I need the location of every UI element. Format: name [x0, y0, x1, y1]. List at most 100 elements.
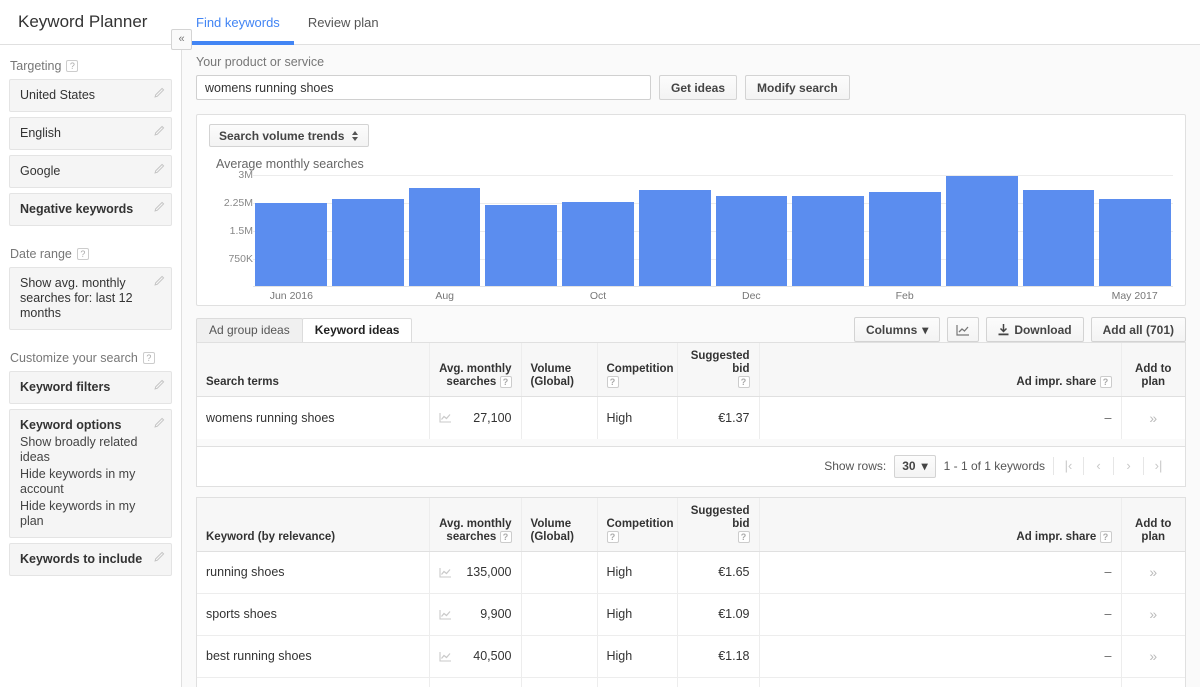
pencil-icon[interactable]	[153, 417, 165, 429]
chart-type-selector[interactable]: Search volume trends	[209, 124, 369, 147]
add-to-plan-button[interactable]: »	[1149, 410, 1157, 426]
col-competition[interactable]: Competition ?	[597, 498, 677, 552]
search-label: Your product or service	[196, 55, 1186, 75]
pencil-icon[interactable]	[153, 87, 165, 99]
cell-competition: High	[597, 635, 677, 677]
col-volume-global[interactable]: Volume (Global)	[521, 343, 597, 397]
col-volume-global[interactable]: Volume (Global)	[521, 498, 597, 552]
cell-add-to-plan[interactable]: »	[1121, 635, 1185, 677]
cell-add-to-plan[interactable]: »	[1121, 593, 1185, 635]
rows-per-page-select[interactable]: 30 ▾	[894, 455, 935, 478]
pencil-icon[interactable]	[153, 551, 165, 563]
col-suggested-bid[interactable]: Suggested bid ?	[677, 498, 759, 552]
chart-bar[interactable]	[1099, 199, 1171, 286]
subtab-ad-group-ideas[interactable]: Ad group ideas	[196, 318, 303, 342]
add-to-plan-button[interactable]: »	[1149, 606, 1157, 622]
pencil-icon[interactable]	[153, 125, 165, 137]
col-ad-impr-share[interactable]: Ad impr. share ?	[759, 498, 1121, 552]
pencil-icon[interactable]	[153, 201, 165, 213]
chart-bar[interactable]	[792, 196, 864, 286]
chart-bar[interactable]	[562, 202, 634, 286]
help-icon[interactable]: ?	[500, 531, 512, 543]
keyword-ideas-table: Keyword (by relevance) Avg. monthly sear…	[197, 498, 1185, 687]
pencil-icon[interactable]	[153, 275, 165, 287]
cell-ad-impr-share: –	[759, 593, 1121, 635]
chart-bar[interactable]	[409, 188, 481, 286]
search-input[interactable]	[196, 75, 651, 100]
sidebar-item-date-range[interactable]: Show avg. monthly searches for: last 12 …	[9, 267, 172, 330]
col-competition[interactable]: Competition ?	[597, 343, 677, 397]
col-avg-monthly-searches[interactable]: Avg. monthly searches ?	[429, 498, 521, 552]
table-row[interactable]: sports shoes9,900High€1.09–»	[197, 593, 1185, 635]
help-icon[interactable]: ?	[1100, 376, 1112, 388]
cell-ad-impr-share: –	[759, 635, 1121, 677]
sidebar-item-location[interactable]: United States	[9, 79, 172, 112]
keyword-ideas-table-panel: Keyword (by relevance) Avg. monthly sear…	[196, 497, 1186, 687]
chart-bar[interactable]	[946, 176, 1018, 286]
trend-chart-icon[interactable]	[439, 651, 452, 662]
sidebar-collapse-button[interactable]: «	[171, 29, 192, 50]
chart-bar[interactable]	[1023, 190, 1095, 286]
prev-page-button[interactable]: ‹	[1083, 457, 1113, 475]
chart-toggle-button[interactable]	[947, 317, 979, 342]
table-row[interactable]: womens running shoes27,100High€1.37–»	[197, 397, 1185, 439]
col-avg-monthly-searches[interactable]: Avg. monthly searches ?	[429, 343, 521, 397]
col-keyword-by-relevance[interactable]: Keyword (by relevance)	[197, 498, 429, 552]
add-to-plan-button[interactable]: »	[1149, 648, 1157, 664]
chart-bar[interactable]	[332, 199, 404, 286]
subtab-keyword-ideas[interactable]: Keyword ideas	[302, 318, 413, 342]
sidebar-item-label: Negative keywords	[20, 202, 133, 216]
add-all-button[interactable]: Add all (701)	[1091, 317, 1186, 342]
sidebar-item-keyword-options[interactable]: Keyword options Show broadly related ide…	[9, 409, 172, 538]
help-icon[interactable]: ?	[77, 248, 89, 260]
trend-chart-icon[interactable]	[439, 609, 452, 620]
chart-bar[interactable]	[485, 205, 557, 286]
sidebar-item-language[interactable]: English	[9, 117, 172, 150]
col-search-terms[interactable]: Search terms	[197, 343, 429, 397]
help-icon[interactable]: ?	[738, 531, 750, 543]
keyword-option-hide-plan: Hide keywords in my plan	[20, 497, 147, 529]
col-ad-impr-share[interactable]: Ad impr. share ?	[759, 343, 1121, 397]
pencil-icon[interactable]	[153, 379, 165, 391]
modify-search-button[interactable]: Modify search	[745, 75, 850, 100]
cell-add-to-plan[interactable]: »	[1121, 677, 1185, 687]
help-icon[interactable]: ?	[66, 60, 78, 72]
pencil-icon[interactable]	[153, 163, 165, 175]
cell-add-to-plan[interactable]: »	[1121, 551, 1185, 593]
sidebar-item-keywords-to-include[interactable]: Keywords to include	[9, 543, 172, 576]
add-to-plan-button[interactable]: »	[1149, 564, 1157, 580]
chevron-down-icon: ▾	[922, 459, 928, 473]
help-icon[interactable]: ?	[500, 376, 512, 388]
trend-chart-icon[interactable]	[439, 412, 452, 423]
col-suggested-bid[interactable]: Suggested bid ?	[677, 343, 759, 397]
tab-find-keywords[interactable]: Find keywords	[182, 0, 294, 45]
cell-avg-monthly-searches: 135,000	[429, 551, 521, 593]
chart-bars	[253, 175, 1173, 286]
table-row[interactable]: best running shoes40,500High€1.18–»	[197, 635, 1185, 677]
chart-bar[interactable]	[255, 203, 327, 286]
help-icon[interactable]: ?	[143, 352, 155, 364]
chart-bar[interactable]	[716, 196, 788, 286]
sidebar-item-keyword-filters[interactable]: Keyword filters	[9, 371, 172, 404]
first-page-button[interactable]: |‹	[1053, 457, 1083, 475]
chart-bar[interactable]	[869, 192, 941, 286]
help-icon[interactable]: ?	[607, 376, 619, 388]
cell-competition: High	[597, 551, 677, 593]
sidebar-item-negative-keywords[interactable]: Negative keywords	[9, 193, 172, 226]
columns-button[interactable]: Columns ▾	[854, 317, 940, 342]
table-row[interactable]: running shoes for women22,200High€1.15–»	[197, 677, 1185, 687]
help-icon[interactable]: ?	[738, 376, 750, 388]
help-icon[interactable]: ?	[1100, 531, 1112, 543]
chart-bar[interactable]	[639, 190, 711, 286]
trend-chart-icon[interactable]	[439, 567, 452, 578]
table-row[interactable]: running shoes135,000High€1.65–»	[197, 551, 1185, 593]
download-button[interactable]: Download	[986, 317, 1083, 342]
tab-review-plan[interactable]: Review plan	[294, 0, 393, 45]
get-ideas-button[interactable]: Get ideas	[659, 75, 737, 100]
chart-x-tick: Feb	[896, 290, 914, 302]
sidebar-item-network[interactable]: Google	[9, 155, 172, 188]
help-icon[interactable]: ?	[607, 531, 619, 543]
next-page-button[interactable]: ›	[1113, 457, 1143, 475]
cell-add-to-plan[interactable]: »	[1121, 397, 1185, 439]
last-page-button[interactable]: ›|	[1143, 457, 1173, 475]
